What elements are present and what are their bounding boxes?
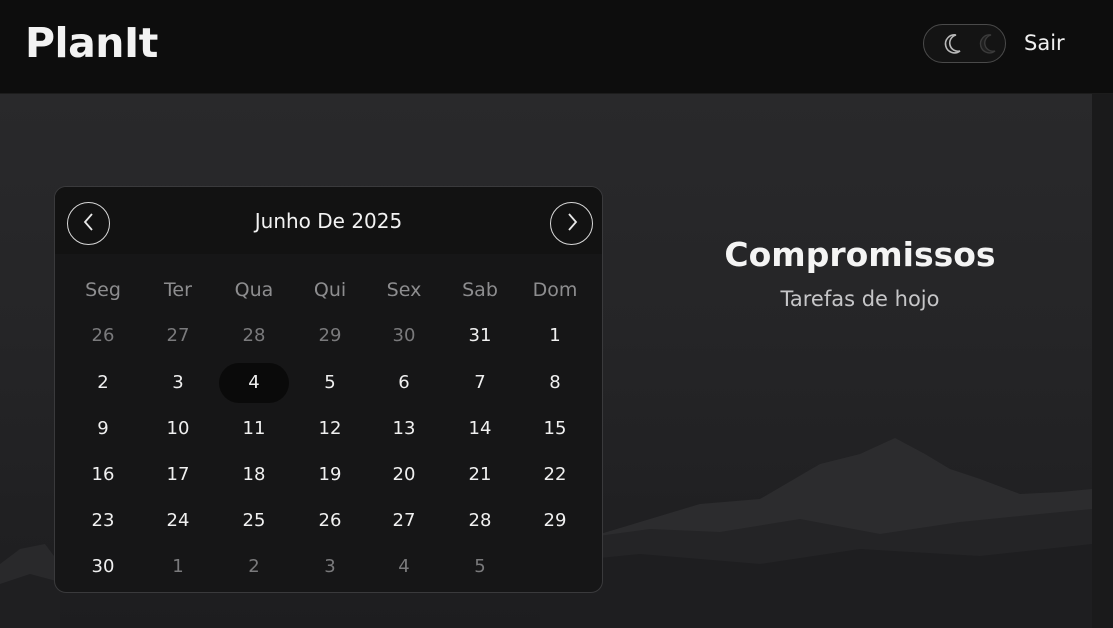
weekday-label: Seg xyxy=(85,279,121,301)
calendar-day[interactable]: 26 xyxy=(68,316,138,356)
calendar-day[interactable]: 14 xyxy=(445,409,515,449)
calendar-day[interactable]: 27 xyxy=(143,316,213,356)
weekday-label: Dom xyxy=(532,279,578,301)
moon-icon xyxy=(976,32,998,60)
calendar-day[interactable]: 23 xyxy=(68,501,138,541)
calendar-day[interactable]: 19 xyxy=(295,455,365,495)
calendar-day[interactable]: 25 xyxy=(219,501,289,541)
weekday-label: Qua xyxy=(234,279,274,301)
calendar-day[interactable]: 28 xyxy=(445,501,515,541)
calendar-header: Junho De 2025 xyxy=(55,187,602,254)
calendar-day[interactable]: 4 xyxy=(369,547,439,587)
calendar-day-selected[interactable]: 4 xyxy=(219,363,289,403)
calendar-day[interactable]: 2 xyxy=(68,363,138,403)
moon-icon xyxy=(941,32,963,60)
calendar-day[interactable]: 26 xyxy=(295,501,365,541)
calendar-day[interactable]: 28 xyxy=(219,316,289,356)
calendar-day[interactable]: 6 xyxy=(369,363,439,403)
calendar-day[interactable]: 11 xyxy=(219,409,289,449)
calendar-day[interactable]: 5 xyxy=(445,547,515,587)
calendar-day[interactable]: 29 xyxy=(520,501,590,541)
calendar-day[interactable]: 15 xyxy=(520,409,590,449)
weekday-label: Qui xyxy=(313,279,347,301)
calendar-day[interactable]: 3 xyxy=(295,547,365,587)
app-logo[interactable]: PlanIt xyxy=(25,19,158,67)
calendar-day[interactable]: 22 xyxy=(520,455,590,495)
chevron-right-icon xyxy=(565,212,579,236)
calendar-day[interactable]: 5 xyxy=(295,363,365,403)
calendar-day[interactable]: 17 xyxy=(143,455,213,495)
calendar-day[interactable]: 10 xyxy=(143,409,213,449)
next-month-button[interactable] xyxy=(550,202,593,245)
calendar-day[interactable]: 21 xyxy=(445,455,515,495)
calendar-day[interactable]: 24 xyxy=(143,501,213,541)
month-title: Junho De 2025 xyxy=(254,209,403,233)
calendar-day[interactable]: 3 xyxy=(143,363,213,403)
weekday-label: Sex xyxy=(386,279,422,301)
calendar: Junho De 2025 Seg Ter Qua Qui Sex Sab Dom 26 27 2… xyxy=(54,186,603,593)
calendar-day[interactable]: 1 xyxy=(143,547,213,587)
top-bar: PlanIt Sair xyxy=(0,0,1113,94)
weekday-label: Sab xyxy=(462,279,498,301)
calendar-day[interactable]: 29 xyxy=(295,316,365,356)
logout-button[interactable]: Sair xyxy=(1024,31,1065,55)
scrollbar[interactable] xyxy=(1092,94,1113,628)
calendar-day[interactable]: 31 xyxy=(445,316,515,356)
calendar-day[interactable]: 2 xyxy=(219,547,289,587)
calendar-day[interactable]: 30 xyxy=(369,316,439,356)
calendar-day[interactable]: 27 xyxy=(369,501,439,541)
weekday-label: Ter xyxy=(164,279,192,301)
appointments-title: Compromissos xyxy=(724,235,996,274)
calendar-day[interactable]: 18 xyxy=(219,455,289,495)
calendar-day[interactable]: 9 xyxy=(68,409,138,449)
theme-toggle[interactable] xyxy=(923,24,1006,63)
calendar-day[interactable]: 20 xyxy=(369,455,439,495)
calendar-day[interactable]: 12 xyxy=(295,409,365,449)
calendar-day[interactable]: 16 xyxy=(68,455,138,495)
calendar-day[interactable]: 13 xyxy=(369,409,439,449)
calendar-day[interactable]: 30 xyxy=(68,547,138,587)
calendar-day[interactable]: 8 xyxy=(520,363,590,403)
calendar-day[interactable]: 7 xyxy=(445,363,515,403)
appointments-subtitle: Tarefas de hojo xyxy=(780,287,940,311)
calendar-day[interactable]: 1 xyxy=(520,316,590,356)
